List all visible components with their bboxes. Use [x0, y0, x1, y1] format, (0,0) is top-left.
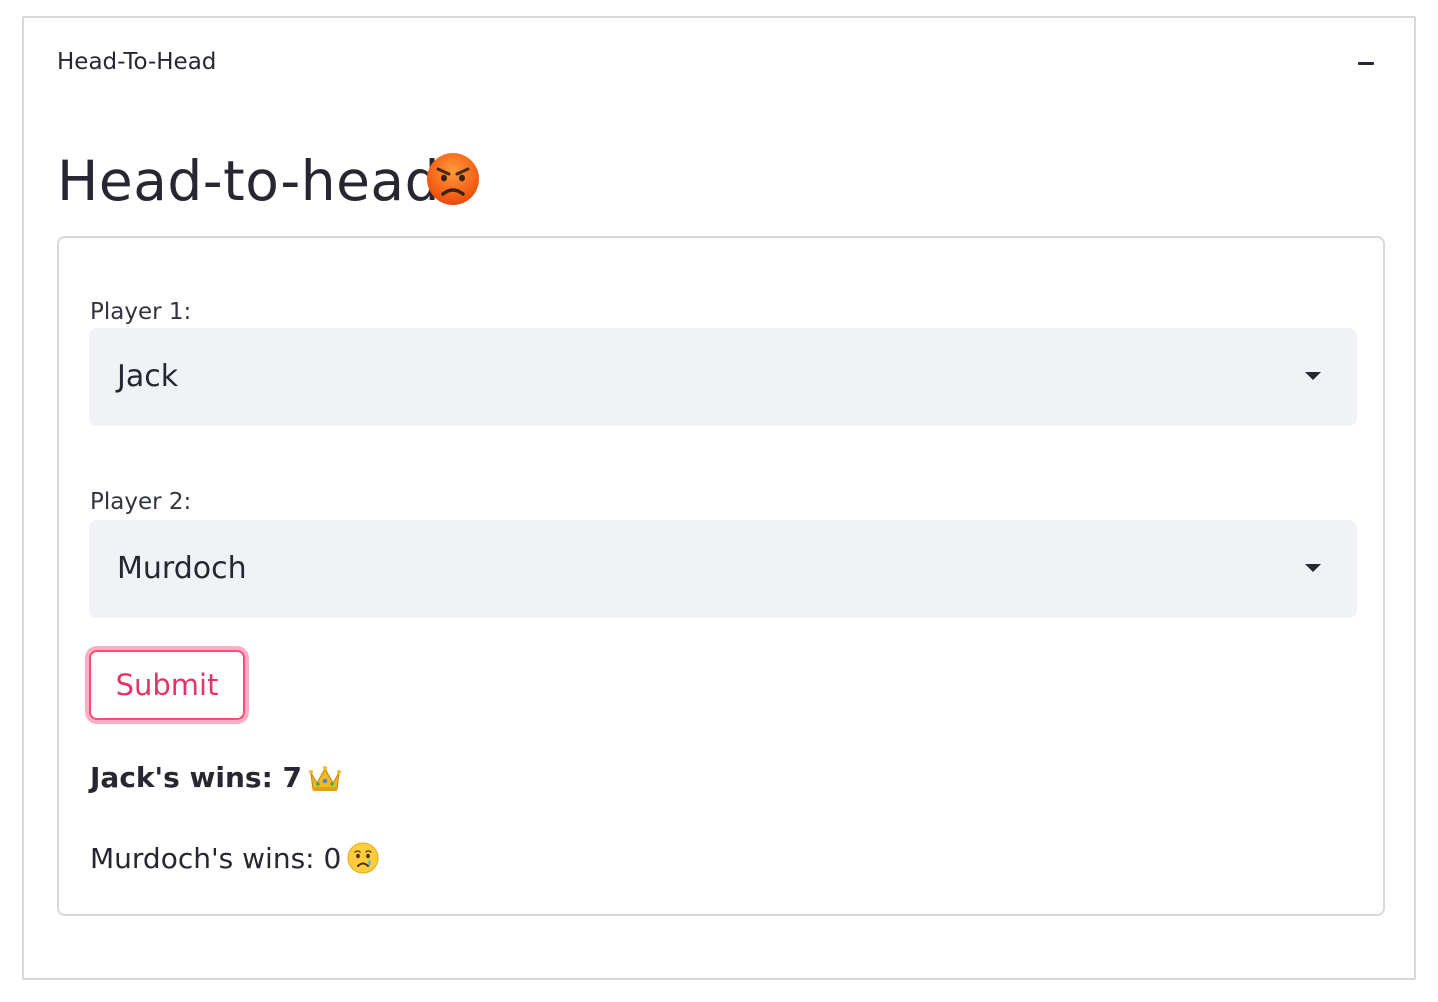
player1-selected-value: Jack — [117, 359, 179, 394]
player2-selected-value: Murdoch — [117, 551, 247, 586]
player2-select[interactable]: Murdoch — [89, 520, 1357, 618]
minus-icon[interactable] — [1356, 52, 1376, 72]
head-to-head-expander: Head-To-Head Head-to-head Player 1: Jack… — [22, 16, 1416, 980]
page-title: Head-to-head — [57, 149, 441, 213]
submit-button[interactable]: Submit — [89, 650, 245, 720]
crown-icon — [309, 766, 342, 791]
player2-label: Player 2: — [90, 489, 192, 515]
head-to-head-form: Player 1: Jack Player 2: Murdoch Submit … — [57, 236, 1385, 916]
expander-header[interactable]: Head-To-Head — [24, 18, 1414, 108]
player2-wins-text: Murdoch's wins: 0 — [90, 841, 379, 877]
chevron-down-icon[interactable] — [1305, 372, 1321, 380]
player1-wins-text: Jack's wins: 7 — [90, 760, 342, 796]
expander-title[interactable]: Head-To-Head — [57, 46, 216, 78]
player1-label: Player 1: — [90, 299, 192, 325]
crying-face-icon — [347, 842, 379, 874]
player1-select[interactable]: Jack — [89, 328, 1357, 426]
angry-face-icon — [427, 153, 479, 205]
player1-wins-label: Jack's wins: 7 — [90, 761, 303, 794]
chevron-down-icon[interactable] — [1305, 564, 1321, 572]
player2-wins-label: Murdoch's wins: 0 — [90, 842, 342, 875]
